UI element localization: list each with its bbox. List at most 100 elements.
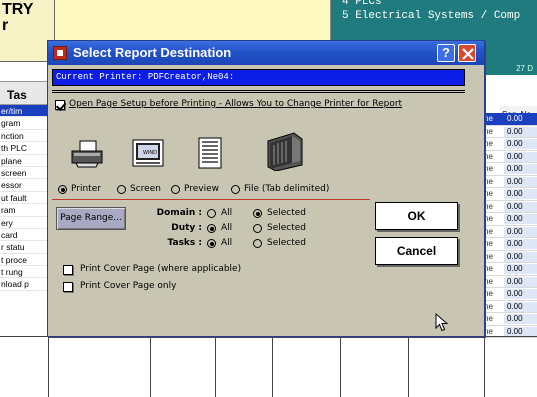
task-row[interactable]: essor: [0, 179, 48, 192]
seq-row-tag: ne: [484, 189, 493, 198]
destination-radio-file[interactable]: [231, 185, 240, 194]
domain-selected-radio[interactable]: [253, 209, 262, 218]
seq-row[interactable]: ne 0.00: [484, 301, 537, 313]
destination-label[interactable]: File (Tab delimited): [244, 184, 329, 194]
seq-row-tag: ne: [484, 226, 493, 236]
destination-radio-printer[interactable]: [58, 185, 67, 194]
dialog-titlebar[interactable]: Select Report Destination ?: [48, 41, 484, 65]
tasks-selected-label[interactable]: Selected: [267, 238, 306, 248]
close-button[interactable]: [458, 44, 476, 62]
task-row[interactable]: t rung: [0, 266, 48, 279]
task-row[interactable]: ram: [0, 204, 48, 217]
seq-row[interactable]: ne 0.00: [484, 238, 537, 251]
cover-only-checkbox[interactable]: [63, 282, 73, 292]
seq-row[interactable]: ne 0.00: [484, 188, 537, 201]
duty-selected-label[interactable]: Selected: [267, 223, 306, 233]
duty-all-radio[interactable]: [207, 224, 216, 233]
task-row[interactable]: r statu: [0, 241, 48, 254]
domain-all-label[interactable]: All: [221, 208, 232, 218]
task-row[interactable]: plane: [0, 155, 48, 167]
domain-all-radio[interactable]: [207, 209, 216, 218]
seq-row[interactable]: ne 0.00: [484, 201, 537, 213]
seq-row[interactable]: ne 0.00: [484, 251, 537, 263]
seq-row[interactable]: ne 0.00: [484, 288, 537, 301]
tasks-header-label: Tas: [7, 88, 27, 102]
seq-row[interactable]: ne 0.00: [484, 276, 537, 288]
destination-label[interactable]: Screen: [130, 184, 161, 194]
seq-row[interactable]: ne 0.00: [484, 163, 537, 176]
seq-row-tag: ne: [484, 301, 493, 311]
seq-row[interactable]: ne 0.00: [484, 313, 537, 326]
page-setup-label[interactable]: Open Page Setup before Printing - Allows…: [69, 99, 402, 109]
page-range-button[interactable]: Page Range...: [56, 207, 126, 230]
task-row[interactable]: screen: [0, 167, 48, 180]
divider: [52, 92, 465, 93]
file-cabinet-icon[interactable]: [266, 131, 304, 171]
seq-row-tag: ne: [484, 289, 493, 298]
seq-row[interactable]: ne 0.00: [484, 263, 537, 276]
cover-only-label[interactable]: Print Cover Page only: [80, 281, 176, 291]
tasks-label: Tasks :: [167, 238, 202, 248]
grid-column: [215, 337, 216, 397]
task-row[interactable]: gram: [0, 117, 48, 130]
task-row[interactable]: ut fault: [0, 192, 48, 205]
destination-radio-screen[interactable]: [117, 185, 126, 194]
duty-label: Duty :: [171, 223, 202, 233]
task-row[interactable]: nload p: [0, 278, 48, 291]
domain-label: Domain :: [156, 208, 202, 218]
printer-icon[interactable]: [70, 139, 104, 169]
cover-page-checkbox[interactable]: [63, 265, 73, 275]
tasks-all-radio[interactable]: [207, 239, 216, 248]
grid-column: [408, 337, 409, 397]
page-setup-checkbox[interactable]: [55, 100, 65, 110]
seq-row-tag: ne: [484, 276, 493, 286]
help-button[interactable]: ?: [437, 44, 455, 62]
seq-value: 0.00: [504, 151, 537, 162]
duty-selected-radio[interactable]: [253, 224, 262, 233]
task-list: er/tim gram nction th PLC plane screen essor ut…: [0, 105, 48, 291]
grid-column: [484, 337, 485, 397]
task-row[interactable]: card: [0, 229, 48, 242]
tasks-selected-radio[interactable]: [253, 239, 262, 248]
seq-row[interactable]: ne 0.00: [484, 213, 537, 226]
current-printer-bar: Current Printer: PDFCreator,Ne04:: [52, 69, 465, 86]
seq-value: 0.00: [504, 189, 537, 199]
category-line-5[interactable]: 5 Electrical Systems / Comp: [342, 10, 520, 22]
task-row[interactable]: nction: [0, 130, 48, 143]
divider: [52, 90, 465, 91]
seq-row[interactable]: ne 0.00: [484, 176, 537, 188]
divider: [52, 199, 370, 200]
destination-label[interactable]: Preview: [184, 184, 219, 194]
seq-row[interactable]: ne 0.00: [484, 126, 537, 138]
cover-page-label[interactable]: Print Cover Page (where applicable): [80, 264, 241, 274]
duty-all-label[interactable]: All: [221, 223, 232, 233]
seq-row[interactable]: ne 0.00: [484, 226, 537, 238]
seq-value: 0.00: [504, 239, 537, 249]
ok-button[interactable]: OK: [375, 202, 458, 230]
destination-radio-preview[interactable]: [171, 185, 180, 194]
task-row[interactable]: er/tim: [0, 105, 48, 118]
seq-row-tag: ne: [484, 264, 493, 273]
seq-row-tag: ne: [484, 201, 493, 211]
date-label: 27 D: [516, 64, 533, 73]
grid-column: [272, 337, 273, 397]
seq-row[interactable]: ne 0.00: [484, 138, 537, 151]
destination-label[interactable]: Printer: [71, 184, 101, 194]
screen-icon[interactable]: WIND: [132, 139, 164, 167]
domain-selected-label[interactable]: Selected: [267, 208, 306, 218]
tasks-column-header[interactable]: Tas: [0, 81, 50, 105]
seq-row[interactable]: ne 0.00: [484, 113, 537, 126]
cancel-button[interactable]: Cancel: [375, 237, 458, 265]
tasks-all-label[interactable]: All: [221, 238, 232, 248]
seq-value: 0.00: [504, 114, 537, 124]
task-row[interactable]: ery: [0, 217, 48, 229]
seq-row-tag: ne: [484, 251, 493, 261]
seq-value: 0.00: [504, 139, 537, 149]
grid-column: [48, 337, 49, 397]
category-line-4[interactable]: 4 PLCs: [342, 0, 382, 8]
preview-icon[interactable]: [198, 137, 222, 169]
seq-row-tag: ne: [484, 314, 493, 323]
seq-row[interactable]: ne 0.00: [484, 151, 537, 163]
task-row[interactable]: th PLC: [0, 142, 48, 155]
task-row[interactable]: t proce: [0, 254, 48, 267]
